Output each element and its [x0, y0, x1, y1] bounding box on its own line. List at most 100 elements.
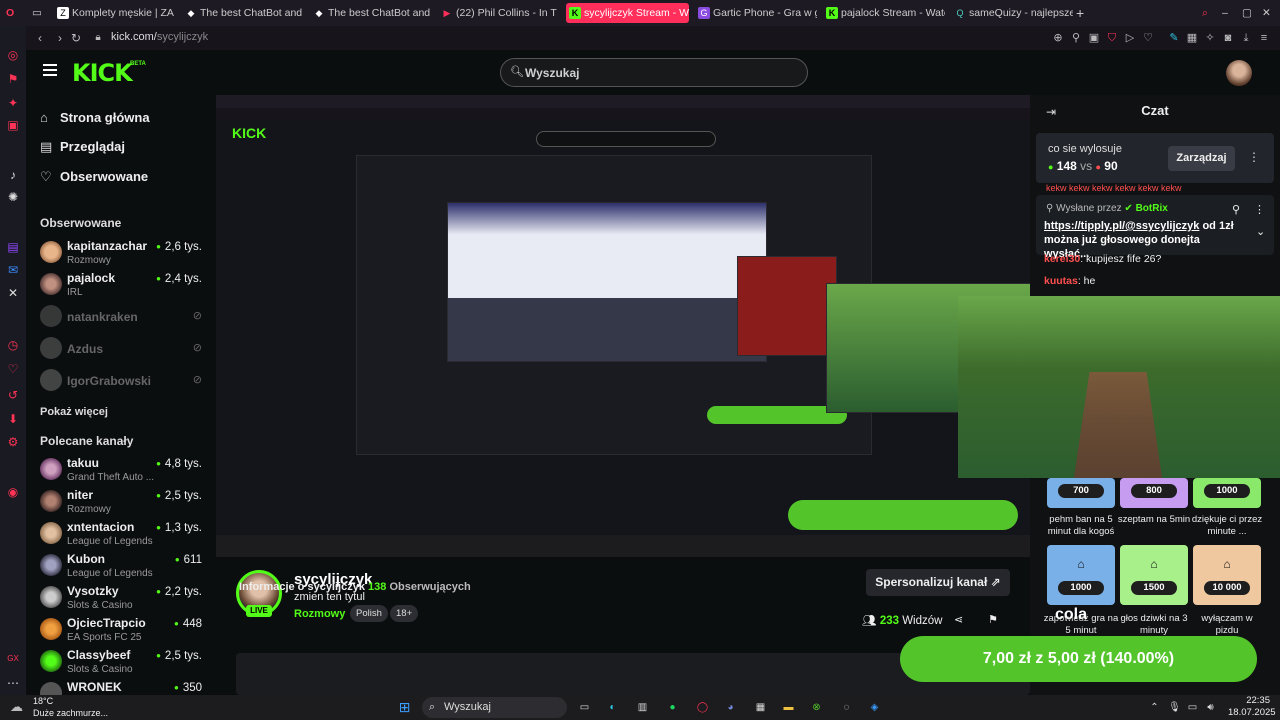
recommended-channel-wronek[interactable]: WRONEK 350 — [40, 679, 210, 695]
vpn-icon[interactable]: ◉ — [6, 485, 20, 499]
nav-home[interactable]: ⌂ Strona główna — [40, 110, 150, 130]
tag-polish[interactable]: Polish — [350, 605, 388, 622]
microphone-icon[interactable]: 🎙︎ — [1166, 699, 1183, 716]
tag-18plus[interactable]: 18+ — [390, 605, 419, 622]
task-view-icon[interactable]: ▭ — [576, 699, 593, 716]
stream-category[interactable]: Rozmowy — [294, 608, 345, 620]
share-icon[interactable]: ⋖ — [954, 613, 963, 626]
followed-channel-natankraken[interactable]: natankraken ⊘ — [40, 302, 210, 332]
tab-search-icon[interactable]: ⌕ — [1202, 3, 1216, 23]
tab-sycylijczyk[interactable]: Ksycylijczyk Stream - Watc — [566, 3, 689, 23]
tipply-link[interactable]: https://tipply.pl/@ssycylijczyk — [1044, 220, 1199, 232]
gx-icon[interactable]: GX — [6, 652, 20, 666]
forward-icon[interactable]: › — [52, 30, 68, 46]
recommended-channel-vysotzky[interactable]: Vysotzky Slots & Casino 2,2 tys. — [40, 583, 210, 613]
app-icon-2[interactable]: ▦ — [752, 699, 769, 716]
play-icon[interactable]: ▷ — [1123, 31, 1137, 45]
app-icon-3[interactable]: ◌ — [838, 699, 855, 716]
network-icon[interactable]: ▭ — [1184, 699, 1201, 716]
xbox-icon[interactable]: ⊗ — [808, 699, 825, 716]
extension-badge-icon[interactable]: ▦ — [1185, 31, 1199, 45]
pinned-more-icon[interactable]: ⋮ — [1254, 203, 1265, 216]
pin-icon[interactable]: ⚲ — [1069, 31, 1083, 45]
pinned-message[interactable]: ⚲ Wysłane przez ✔ BotRix ⚲ ⋮ https://tip… — [1036, 195, 1274, 260]
x-icon[interactable]: ✕ — [6, 286, 20, 300]
search-input[interactable] — [525, 65, 795, 81]
reward-card[interactable]: 800 — [1120, 478, 1188, 508]
minimize-icon[interactable]: – — [1222, 3, 1236, 23]
tray-expand-icon[interactable]: ⌃ — [1146, 699, 1163, 716]
downloads-icon[interactable]: ⬇ — [6, 412, 20, 426]
discord-icon[interactable]: ◕ — [722, 699, 739, 716]
tab-gartic[interactable]: G Gartic Phone - Gra w głu — [695, 3, 817, 23]
heart-rail-icon[interactable]: ♡ — [6, 362, 20, 376]
nav-following[interactable]: ♡ Obserwowane — [40, 169, 148, 189]
opera-logo-icon[interactable]: O — [6, 3, 26, 23]
opera-gx-icon[interactable]: ◯ — [694, 699, 711, 716]
taskbar-search[interactable]: ⌕ Wyszukaj — [422, 697, 567, 718]
followed-channel-pajalock[interactable]: pajalock IRL 2,4 tys. — [40, 270, 210, 300]
url-field[interactable]: kick.com/sycylijczyk — [111, 31, 208, 43]
search-box[interactable]: 🔍︎ — [500, 58, 808, 87]
chatgpt-icon[interactable]: ✺ — [6, 190, 20, 204]
clock-icon[interactable]: ◷ — [6, 338, 20, 352]
start-icon[interactable]: ⊞ — [396, 699, 413, 716]
back-icon[interactable]: ‹ — [32, 30, 48, 46]
spotify-icon[interactable]: ● — [664, 699, 681, 716]
aria-icon[interactable]: ◎ — [6, 48, 20, 62]
reward-card[interactable]: ⌂ 1500 — [1120, 545, 1188, 605]
extension-icon[interactable]: ✎ — [1167, 31, 1181, 45]
zoom-icon[interactable]: ⊕ — [1051, 31, 1065, 45]
reward-card[interactable]: ⌂ 1000 — [1047, 545, 1115, 605]
reward-card[interactable]: 1000 — [1193, 478, 1261, 508]
camera-icon[interactable]: ◙ — [1221, 31, 1235, 45]
menu-icon[interactable]: ≡ — [1257, 31, 1271, 45]
workspaces-icon[interactable]: ⚑ — [6, 72, 20, 86]
tab-chatbot-1[interactable]: ◆The best ChatBot and W — [182, 3, 302, 23]
recommended-channel-xntentacion[interactable]: xntentacion League of Legends 1,3 tys. — [40, 519, 210, 549]
manage-poll-button[interactable]: Zarządzaj — [1168, 146, 1235, 171]
tab-chatbot-2[interactable]: ◆The best ChatBot and W — [310, 3, 430, 23]
close-window-icon[interactable]: ✕ — [1262, 3, 1276, 23]
followed-channel-igorgrabowski[interactable]: IgorGrabowski ⊘ — [40, 366, 210, 396]
steam-icon[interactable]: ◈ — [866, 699, 883, 716]
file-explorer-icon[interactable]: ▬ — [780, 699, 797, 716]
shield-icon[interactable]: ⛉ — [1105, 31, 1119, 45]
hamburger-icon[interactable] — [43, 64, 57, 76]
weather-widget[interactable]: 18°C Duże zachmurze... — [33, 695, 108, 719]
recommended-channel-kubon[interactable]: Kubon League of Legends 611 — [40, 551, 210, 581]
followed-channel-kapitanzachar[interactable]: kapitanzachar Rozmowy 2,6 tys. — [40, 238, 210, 268]
bookmark-heart-icon[interactable]: ♡ — [1141, 31, 1155, 45]
edge-icon[interactable]: ◐ — [604, 699, 621, 716]
tab-youtube[interactable]: ▶ (22) Phil Collins - In T — [438, 3, 560, 23]
sponsor-channel-button[interactable]: Spersonalizuj kanał ⇗ — [866, 569, 1010, 596]
weather-icon[interactable]: ☁ — [10, 699, 23, 715]
snapshot-icon[interactable]: ▣ — [1087, 31, 1101, 45]
user-avatar[interactable] — [1226, 60, 1252, 86]
maximize-icon[interactable]: ▢ — [1242, 3, 1256, 23]
recommended-channel-takuu[interactable]: takuu Grand Theft Auto ... 4,8 tys. — [40, 455, 210, 485]
volume-icon[interactable]: 🔊︎ — [1202, 699, 1219, 716]
more-icon[interactable]: ⋯ — [6, 676, 20, 690]
history-icon[interactable]: ↺ — [6, 388, 20, 402]
followed-channel-azdus[interactable]: Azdus ⊘ — [40, 334, 210, 364]
tab-pajalock[interactable]: Kpajalock Stream - Watch — [823, 3, 945, 23]
recommended-channel-classybeef[interactable]: Classybeef Slots & Casino 2,5 tys. — [40, 647, 210, 677]
kick-logo[interactable]: KICK — [72, 59, 133, 87]
twitch-icon[interactable]: ▤ — [6, 240, 20, 254]
expand-icon[interactable]: ⌄ — [1256, 225, 1265, 238]
video-player[interactable]: KICK — [216, 95, 1030, 557]
tab-samequizy[interactable]: QsameQuizy - najlepsze Q — [951, 3, 1073, 23]
extensions-icon[interactable]: ✧ — [1203, 31, 1217, 45]
download-icon[interactable]: ⤓ — [1239, 31, 1253, 45]
tiktok-icon[interactable]: ♪ — [6, 168, 20, 182]
report-user-icon[interactable]: ⚑ — [988, 613, 998, 626]
reward-card[interactable]: 700 — [1047, 478, 1115, 508]
more-options-icon[interactable]: ⋮ — [1248, 150, 1260, 164]
ai-icon[interactable]: ✦ — [6, 96, 20, 110]
messenger-icon[interactable]: ✉ — [6, 263, 20, 277]
nav-browse[interactable]: ▤ Przeglądaj — [40, 139, 125, 159]
tab-zara[interactable]: ZKomplety męskie | ZARA — [54, 3, 174, 23]
settings-icon[interactable]: ⚙ — [6, 435, 20, 449]
reward-card[interactable]: ⌂ 10 000 — [1193, 545, 1261, 605]
